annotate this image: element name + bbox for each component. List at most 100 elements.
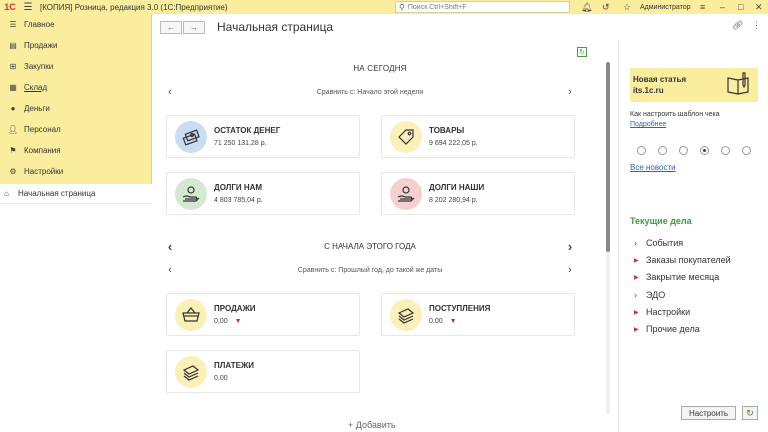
card-cash-balance[interactable]: ОСТАТОК ДЕНЕГ 71 250 131,28 р.	[166, 115, 360, 158]
card-debts-to-us[interactable]: ДОЛГИ НАМ 4 803 785,04 р.	[166, 172, 360, 215]
history-icon[interactable]: ↺	[602, 0, 610, 14]
close-icon[interactable]: ✕	[755, 0, 763, 14]
task-edo[interactable]: › ЭДО	[634, 290, 665, 300]
bell-icon[interactable]: 🔔︎	[581, 0, 592, 14]
more-link[interactable]: Подробнее	[630, 121, 666, 128]
news-hint: Как настроить шаблон чека	[630, 111, 720, 118]
chevron-right-icon[interactable]: ›	[565, 264, 575, 276]
home-icon: ⌂	[4, 189, 9, 198]
chevron-left-icon[interactable]: ‹	[165, 264, 175, 276]
card-name: ТОВАРЫ	[429, 126, 465, 135]
money-stack-icon	[390, 298, 422, 331]
money-stack-icon	[175, 355, 207, 388]
card-goods[interactable]: ТОВАРЫ 9 694 222,05 р.	[381, 115, 575, 158]
triangle-right-icon: ▶	[634, 274, 639, 281]
sidebar-item-main[interactable]: ☰ Главное	[0, 14, 151, 35]
app-title: [КОПИЯ] Розница, редакция 3.0 (1С:Предпр…	[40, 2, 228, 12]
card-name: ОСТАТОК ДЕНЕГ	[214, 126, 281, 135]
card-value: 8 202 280,94 р.	[429, 197, 478, 204]
card-name: ПОСТУПЛЕНИЯ	[429, 304, 491, 313]
card-receipts[interactable]: ПОСТУПЛЕНИЯ 0,00 ▼	[381, 293, 575, 336]
chevron-left-icon[interactable]: ‹	[165, 86, 175, 98]
link-icon[interactable]: 🔗︎	[732, 20, 743, 31]
card-value: 71 250 131,28 р.	[214, 140, 267, 147]
news-pager	[637, 146, 751, 155]
today-compare-label[interactable]: Сравнить с: Начало этой недели	[317, 89, 424, 96]
hand-coin-icon	[175, 177, 207, 210]
sidebar-item-settings[interactable]: ⚙ Настройки	[0, 161, 151, 182]
card-our-debts[interactable]: ДОЛГИ НАШИ 8 202 280,94 р.	[381, 172, 575, 215]
card-sales[interactable]: ПРОДАЖИ 0,00 ▼	[166, 293, 360, 336]
year-compare-label[interactable]: Сравнить с: Прошлый год, до такой же дат…	[298, 267, 442, 274]
maximize-icon[interactable]: □	[738, 0, 743, 14]
card-value: 0,00	[214, 375, 228, 382]
pager-dot[interactable]	[721, 146, 730, 155]
scrollbar-thumb[interactable]	[606, 62, 610, 252]
flag-icon: ⚑	[9, 146, 17, 155]
pager-dot-active[interactable]	[700, 146, 709, 155]
page-title: Начальная страница	[217, 20, 334, 34]
sidebar-item-warehouse[interactable]: ▦ Склад	[0, 77, 151, 98]
main-scrollbar[interactable]	[606, 62, 610, 414]
money-stack-icon	[175, 120, 207, 153]
pager-dot[interactable]	[679, 146, 688, 155]
pager-dot[interactable]	[637, 146, 646, 155]
search-box[interactable]: ⚲	[395, 1, 570, 13]
open-page-home[interactable]: ⌂ Начальная страница	[0, 184, 152, 204]
settings-icon[interactable]: ≡	[700, 0, 705, 14]
book-pen-icon	[727, 72, 749, 95]
task-customer-orders[interactable]: ▶ Заказы покупателей	[634, 255, 731, 265]
task-other[interactable]: ▶ Прочие дела	[634, 324, 700, 334]
card-value: 9 694 222,05 р.	[429, 140, 478, 147]
staff-icon: 👤︎	[7, 125, 19, 134]
card-payments[interactable]: ПЛАТЕЖИ 0,00	[166, 350, 360, 393]
current-tasks-title: Текущие дела	[630, 216, 692, 226]
pager-dot[interactable]	[658, 146, 667, 155]
sidebar-item-company[interactable]: ⚑ Компания	[0, 140, 151, 161]
forward-button[interactable]: →	[183, 20, 205, 34]
task-month-close[interactable]: ▶ Закрытие месяца	[634, 272, 719, 282]
open-pages-panel: ⌂ Начальная страница	[0, 184, 152, 432]
triangle-right-icon: ▶	[634, 257, 639, 264]
menu-icon: ☰	[9, 20, 17, 29]
add-widget-link[interactable]: + Добавить	[348, 420, 396, 430]
task-events[interactable]: › События	[634, 238, 683, 248]
sidebar-item-sales[interactable]: ▤ Продажи	[0, 35, 151, 56]
chevron-right-icon[interactable]: ›	[565, 86, 575, 98]
setup-button[interactable]: Настроить	[681, 406, 736, 420]
card-name: ПРОДАЖИ	[214, 304, 256, 313]
task-settings[interactable]: ▶ Настройки	[634, 307, 690, 317]
dashboard: НА СЕГОДНЯ ‹ Сравнить с: Начало этой нед…	[165, 46, 605, 432]
caret-down-icon[interactable]: ▼	[450, 318, 457, 325]
more-vertical-icon[interactable]: ⋮	[752, 20, 761, 31]
refresh-button[interactable]: ↻	[742, 406, 758, 420]
back-button[interactable]: ←	[160, 20, 182, 34]
sidebar-item-staff[interactable]: 👤︎ Персонал	[0, 119, 151, 140]
sales-icon: ▤	[9, 41, 17, 50]
star-icon[interactable]: ☆	[623, 0, 631, 14]
pager-dot[interactable]	[742, 146, 751, 155]
top-bar: 1С ☰ [КОПИЯ] Розница, редакция 3.0 (1С:П…	[0, 0, 768, 14]
chevron-right-icon: ›	[634, 290, 637, 300]
card-name: ПЛАТЕЖИ	[214, 361, 254, 370]
minimize-icon[interactable]: –	[720, 0, 725, 14]
all-news-link[interactable]: Все новости	[630, 163, 676, 172]
search-input[interactable]	[407, 3, 558, 11]
money-icon: ●	[10, 104, 16, 113]
hamburger-menu-icon[interactable]: ☰	[20, 0, 36, 14]
chevron-left-icon[interactable]: ‹	[165, 239, 175, 254]
user-name[interactable]: Администратор	[640, 0, 691, 14]
sidebar-item-purchases[interactable]: ⊞ Закупки	[0, 56, 151, 77]
chevron-right-icon: ›	[634, 238, 637, 248]
chevron-right-icon[interactable]: ›	[565, 239, 575, 254]
triangle-right-icon: ▶	[634, 326, 639, 333]
right-panel: Новая статья its.1c.ru Как настроить шаб…	[620, 40, 768, 432]
year-title: С НАЧАЛА ЭТОГО ГОДА	[324, 241, 416, 251]
triangle-right-icon: ▶	[634, 309, 639, 316]
news-banner[interactable]: Новая статья its.1c.ru	[630, 68, 758, 102]
sidebar-item-money[interactable]: ● Деньги	[0, 98, 151, 119]
caret-down-icon[interactable]: ▼	[235, 318, 242, 325]
basket-icon	[175, 298, 207, 331]
1c-logo-icon: 1С	[4, 2, 16, 12]
banner-title: Новая статья	[633, 75, 687, 84]
